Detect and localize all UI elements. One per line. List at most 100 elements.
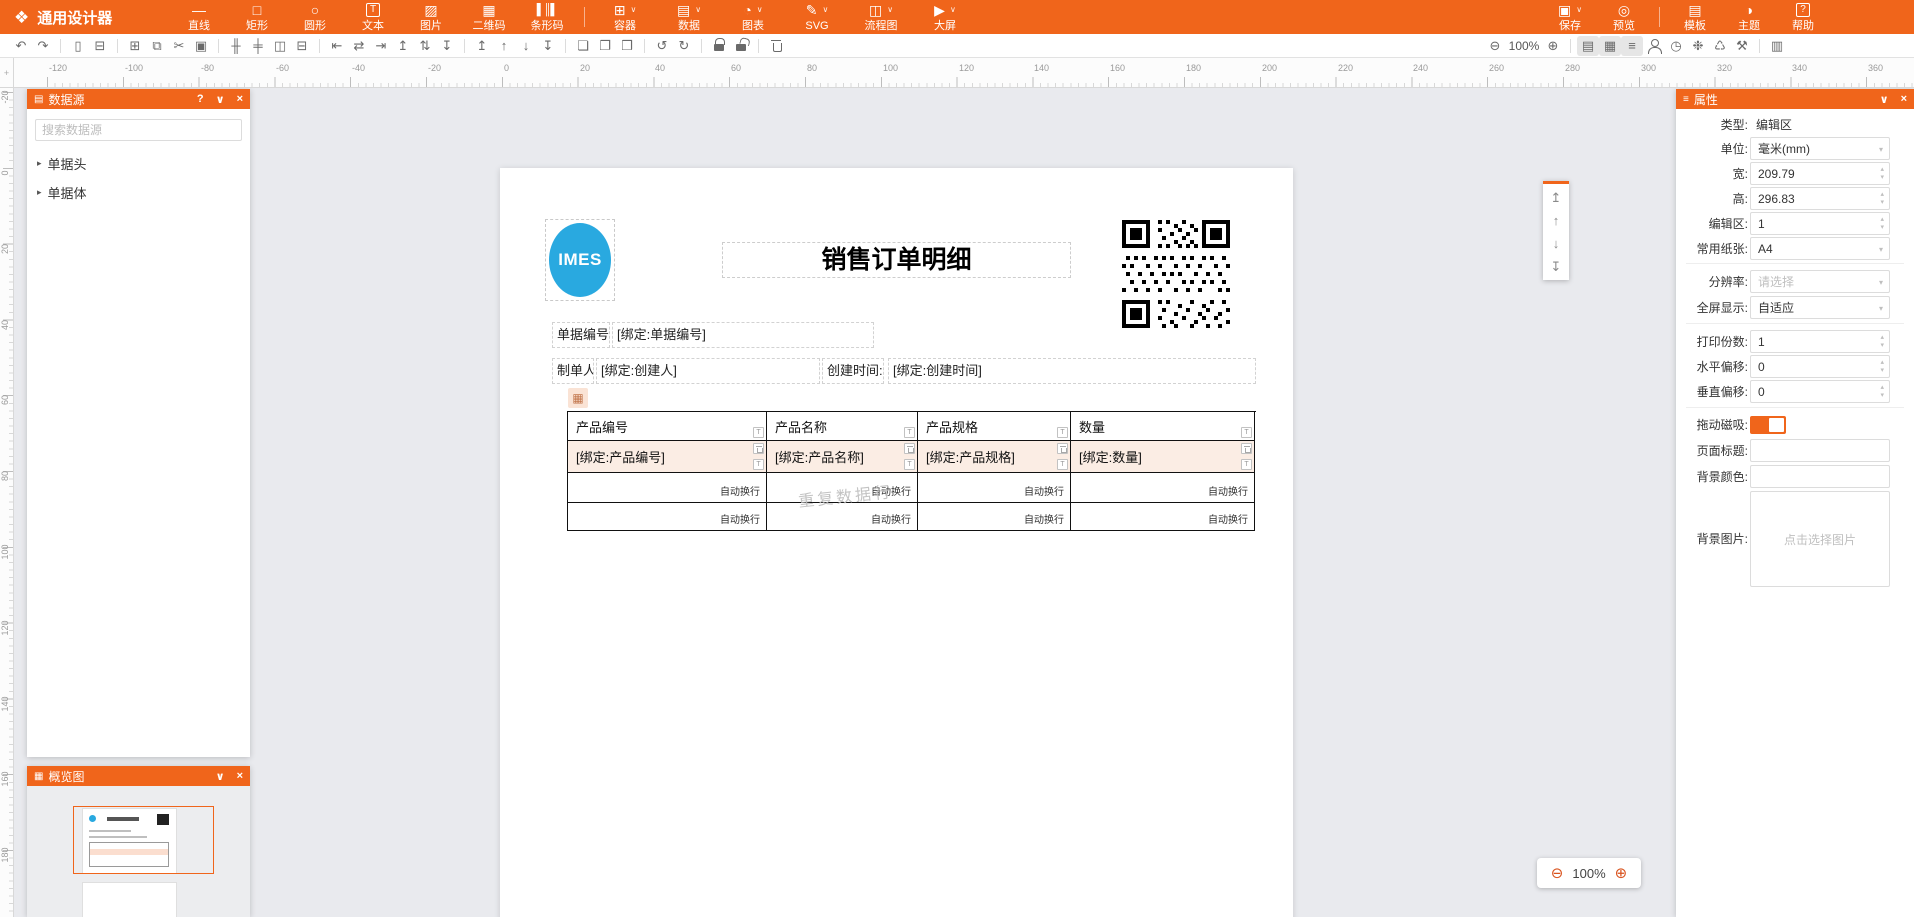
align-bottom-icon[interactable]: ↧ — [436, 36, 458, 56]
history-icon[interactable]: ◷ — [1665, 36, 1687, 56]
table-empty-cell[interactable]: 自动换行 — [568, 503, 767, 531]
print-icon[interactable]: ⊟ — [89, 36, 111, 56]
stepper-arrows-icon[interactable]: ▴▾ — [1880, 384, 1884, 400]
bring-front-icon[interactable]: ↥ — [471, 36, 493, 56]
new-page-icon[interactable]: ▯ — [67, 36, 89, 56]
center-vertical-icon[interactable]: ⊟ — [291, 36, 313, 56]
table-binding-cell[interactable]: [绑定:产品名称] T — [767, 441, 918, 473]
layers-panel-toggle[interactable]: ▥ — [1766, 36, 1788, 56]
delete-badge-icon[interactable] — [1057, 443, 1068, 454]
group-icon[interactable]: ❏ — [572, 36, 594, 56]
scroll-top-icon[interactable]: ↥ — [1551, 191, 1562, 204]
zoom-out-icon[interactable]: ⊖ — [1551, 864, 1564, 882]
table-empty-cell[interactable]: 自动换行 — [1071, 503, 1255, 531]
theme-button[interactable]: ◑ 主题 — [1722, 0, 1776, 34]
collapse-icon[interactable]: ∨ — [216, 770, 225, 783]
cut-icon[interactable]: ✂ — [168, 36, 190, 56]
rotate-left-icon[interactable]: ↺ — [651, 36, 673, 56]
zoom-in-icon[interactable]: ⊕ — [1615, 864, 1628, 882]
page-title-input[interactable] — [1750, 439, 1890, 462]
clean-icon[interactable]: ❉ — [1687, 36, 1709, 56]
h-offset-stepper[interactable]: 0 ▴▾ — [1750, 355, 1890, 378]
create-time-binding[interactable]: [绑定:创建时间] — [888, 358, 1256, 384]
zoom-out-icon[interactable]: ⊖ — [1484, 36, 1506, 56]
help-button[interactable]: ? 帮助 — [1776, 0, 1830, 34]
table-header-cell[interactable]: 产品编号 T — [568, 412, 767, 441]
overview-thumbnail-area[interactable] — [27, 786, 250, 917]
delete-badge-icon[interactable] — [753, 443, 764, 454]
table-header-cell[interactable]: 数量 T — [1071, 412, 1255, 441]
align-middle-icon[interactable]: ⇅ — [414, 36, 436, 56]
text-style-badge[interactable]: T — [1057, 459, 1068, 470]
distribute-vertical-icon[interactable]: ╪ — [247, 36, 269, 56]
help-icon[interactable]: ? — [197, 93, 204, 105]
resolution-select[interactable]: 请选择 ▾ — [1750, 270, 1890, 293]
text-style-badge[interactable]: T — [1241, 427, 1252, 438]
collapse-icon[interactable]: ∨ — [216, 93, 225, 106]
text-style-badge[interactable]: T — [753, 427, 764, 438]
table-settings-icon[interactable]: ▦ — [568, 388, 588, 408]
qrcode-element[interactable] — [1122, 220, 1230, 328]
table-empty-cell[interactable]: 自动换行 — [918, 503, 1071, 531]
scroll-down-icon[interactable]: ↓ — [1553, 237, 1560, 250]
text-style-badge[interactable]: T — [753, 459, 764, 470]
stepper-arrows-icon[interactable]: ▴▾ — [1880, 216, 1884, 232]
tool-flowchart[interactable]: ◫ ∨ 流程图 — [849, 0, 913, 34]
create-time-label[interactable]: 创建时间: — [822, 358, 884, 384]
ungroup-icon[interactable]: ❐ — [594, 36, 616, 56]
datasource-search-input[interactable] — [35, 119, 242, 141]
send-back-icon[interactable]: ↧ — [537, 36, 559, 56]
overview-panel-toggle[interactable]: ▦ — [1599, 36, 1621, 56]
tool-qrcode[interactable]: ▦ 二维码 — [460, 0, 518, 34]
stepper-arrows-icon[interactable]: ▴▾ — [1880, 166, 1884, 182]
close-icon[interactable]: × — [237, 770, 243, 782]
bg-image-picker[interactable]: 点击选择图片 — [1750, 491, 1890, 587]
merge-icon[interactable]: ❒ — [616, 36, 638, 56]
table-header-cell[interactable]: 产品名称 T — [767, 412, 918, 441]
table-header-cell[interactable]: 产品规格 T — [918, 412, 1071, 441]
tool-text[interactable]: T 文本 — [344, 0, 402, 34]
align-center-icon[interactable]: ⇄ — [348, 36, 370, 56]
template-button[interactable]: ▤ 模板 — [1668, 0, 1722, 34]
viewport-indicator[interactable] — [73, 806, 214, 874]
redo-icon[interactable]: ↷ — [32, 36, 54, 56]
unlock-icon[interactable] — [730, 36, 752, 56]
title-element[interactable]: 销售订单明细 — [722, 242, 1071, 278]
align-left-icon[interactable]: ⇤ — [326, 36, 348, 56]
recycle-icon[interactable]: ♺ — [1709, 36, 1731, 56]
creator-binding[interactable]: [绑定:创建人] — [596, 358, 820, 384]
tool-image[interactable]: ▨ 图片 — [402, 0, 460, 34]
expand-arrow-icon[interactable]: ▸ — [37, 158, 42, 169]
collapse-icon[interactable]: ∨ — [1880, 93, 1889, 106]
move-up-icon[interactable]: ↑ — [493, 36, 515, 56]
tool-container[interactable]: ⊞ ∨ 容器 — [593, 0, 657, 34]
单据体[interactable]: ▸ 单据体 — [27, 178, 250, 207]
text-style-badge[interactable]: T — [904, 427, 915, 438]
text-style-badge[interactable]: T — [904, 459, 915, 470]
order-no-binding[interactable]: [绑定:单据编号] — [612, 322, 874, 348]
creator-label[interactable]: 制单人: — [552, 358, 594, 384]
unit-select[interactable]: 毫米(mm) ▾ — [1750, 137, 1890, 160]
table-empty-cell[interactable]: 自动换行 — [1071, 473, 1255, 503]
undo-icon[interactable]: ↶ — [10, 36, 32, 56]
move-down-icon[interactable]: ↓ — [515, 36, 537, 56]
copy-icon[interactable]: ⧉ — [146, 36, 168, 56]
expand-arrow-icon[interactable]: ▸ — [37, 187, 42, 198]
close-icon[interactable]: × — [1901, 93, 1907, 105]
bg-color-input[interactable] — [1750, 465, 1890, 488]
delete-icon[interactable] — [765, 36, 787, 56]
order-no-label[interactable]: 单据编号: — [552, 322, 610, 348]
tool-bigscreen[interactable]: ▶ ∨ 大屏 — [913, 0, 977, 34]
text-style-badge[interactable]: T — [1241, 459, 1252, 470]
paste-icon[interactable]: ▣ — [190, 36, 212, 56]
add-icon[interactable]: ⊞ — [124, 36, 146, 56]
delete-badge-icon[interactable] — [1241, 443, 1252, 454]
单据头[interactable]: ▸ 单据头 — [27, 149, 250, 178]
text-style-badge[interactable]: T — [1057, 427, 1068, 438]
lock-icon[interactable] — [708, 36, 730, 56]
copies-stepper[interactable]: 1 ▴▾ — [1750, 330, 1890, 353]
table-binding-cell[interactable]: [绑定:数量] T — [1071, 441, 1255, 473]
tools-icon[interactable]: ⚒ — [1731, 36, 1753, 56]
tool-data[interactable]: ▤ ∨ 数据 — [657, 0, 721, 34]
close-icon[interactable]: × — [237, 93, 243, 105]
